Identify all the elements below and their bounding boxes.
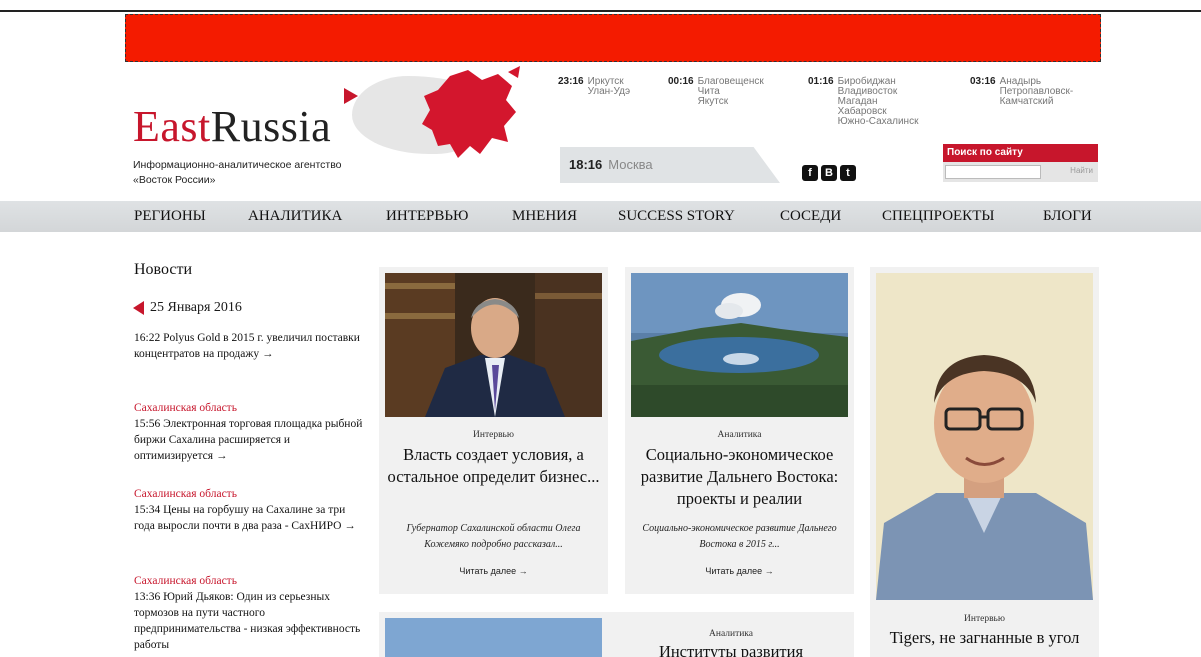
- timezone-vladivostok: 01:16 Биробиджан Владивосток Магадан Хаб…: [808, 77, 918, 127]
- timezone-irkutsk: 23:16 Иркутск Улан-Удэ: [558, 77, 630, 97]
- news-item[interactable]: Сахалинская область 15:34 Цены на горбуш…: [134, 486, 364, 534]
- search-input[interactable]: [945, 165, 1041, 179]
- nav-item-regions[interactable]: РЕГИОНЫ: [134, 208, 206, 225]
- tagline-line1: Информационно-аналитическое агентство: [133, 159, 342, 171]
- interview-card[interactable]: Интервью Tigers, не загнанные в угол: [870, 267, 1099, 657]
- news-item-text: 13:36 Юрий Дьяков: Один из серьезных тор…: [134, 591, 361, 651]
- search-button[interactable]: Найти: [1070, 166, 1093, 175]
- nav-item-special-projects[interactable]: СПЕЦПРОЕКТЫ: [882, 208, 994, 225]
- read-more-link[interactable]: Читать далее →: [625, 566, 854, 576]
- moscow-city: Москва: [608, 157, 653, 172]
- article-title[interactable]: Институты развития: [608, 641, 854, 657]
- nav-item-interview[interactable]: ИНТЕРВЬЮ: [386, 208, 468, 225]
- logo-flag-icon: [344, 88, 358, 104]
- ad-banner[interactable]: [125, 14, 1101, 62]
- interview-image[interactable]: [876, 273, 1093, 600]
- article-image[interactable]: [385, 273, 602, 417]
- news-item[interactable]: 16:22 Polyus Gold в 2015 г. увеличил пос…: [134, 330, 364, 362]
- nav-item-blogs[interactable]: БЛОГИ: [1043, 208, 1092, 225]
- search-form: Найти: [943, 162, 1098, 182]
- news-item-text: 16:22 Polyus Gold в 2015 г. увеличил пос…: [134, 332, 360, 360]
- tagline-line2: «Восток России»: [133, 174, 216, 186]
- article-lead: Губернатор Сахалинской области Олега Кож…: [406, 523, 581, 550]
- article-image[interactable]: [385, 618, 602, 657]
- date-flag-icon: [133, 301, 144, 315]
- news-item-text: 15:34 Цены на горбушу на Сахалине за три…: [134, 504, 356, 532]
- tz-time: 23:16: [558, 76, 584, 87]
- site-tagline: Информационно-аналитическое агентство «В…: [133, 158, 393, 188]
- tz-time: 01:16: [808, 76, 834, 87]
- news-item[interactable]: Сахалинская область 15:56 Электронная то…: [134, 400, 364, 464]
- tz-city: Якутск: [697, 96, 729, 107]
- article-category: Аналитика: [709, 629, 753, 639]
- article-category: Аналитика: [717, 430, 762, 440]
- timezone-anadyr: 03:16 Анадырь Петропавловск- Камчатский: [970, 77, 1073, 107]
- news-heading: Новости: [134, 261, 193, 278]
- article-title[interactable]: Tigers, не загнанные в угол: [870, 627, 1099, 649]
- nav-item-neighbors[interactable]: СОСЕДИ: [780, 208, 841, 225]
- nav-item-analytics[interactable]: АНАЛИТИКА: [248, 208, 342, 225]
- logo-east: East: [133, 102, 211, 151]
- news-item-region[interactable]: Сахалинская область: [134, 400, 364, 416]
- timezone-blagoveshchensk: 00:16 Благовещенск Чита Якутск: [668, 77, 764, 107]
- article-card[interactable]: Аналитика Институты развития: [379, 612, 854, 657]
- tz-time: 03:16: [970, 76, 996, 87]
- article-card[interactable]: Аналитика Социально-экономическое развит…: [625, 267, 854, 594]
- search-label: Поиск по сайту: [943, 144, 1098, 162]
- read-more-link[interactable]: Читать далее →: [379, 566, 608, 576]
- article-title[interactable]: Социально-экономическое развитие Дальнег…: [625, 444, 854, 510]
- news-item[interactable]: Сахалинская область 13:36 Юрий Дьяков: О…: [134, 573, 364, 653]
- facebook-icon[interactable]: f: [802, 165, 818, 181]
- moscow-time-value: 18:16: [569, 157, 603, 172]
- article-image[interactable]: [631, 273, 848, 417]
- site-logo[interactable]: EastRussia: [133, 104, 331, 150]
- tz-time: 00:16: [668, 76, 694, 87]
- moscow-time: 18:16 Москва: [560, 147, 780, 183]
- vk-icon[interactable]: B: [821, 165, 837, 181]
- main-nav: РЕГИОНЫ АНАЛИТИКА ИНТЕРВЬЮ МНЕНИЯ SUCCES…: [0, 201, 1201, 232]
- nav-item-opinions[interactable]: МНЕНИЯ: [512, 208, 577, 225]
- news-date: 25 Января 2016: [133, 300, 242, 316]
- nav-item-success-story[interactable]: SUCCESS STORY: [618, 208, 735, 225]
- article-category: Интервью: [473, 430, 514, 440]
- article-card[interactable]: Интервью Власть создает условия, а остал…: [379, 267, 608, 594]
- logo-russia: Russia: [210, 102, 332, 151]
- tz-city: Южно-Сахалинск: [837, 116, 919, 127]
- news-item-region[interactable]: Сахалинская область: [134, 573, 364, 589]
- article-title[interactable]: Власть создает условия, а остальное опре…: [379, 444, 608, 488]
- social-links: f B t: [802, 165, 856, 181]
- news-date-text: 25 Января 2016: [150, 300, 242, 315]
- article-category: Интервью: [964, 614, 1005, 624]
- twitter-icon[interactable]: t: [840, 165, 856, 181]
- tz-city: Камчатский: [999, 96, 1054, 107]
- article-lead: Социально-экономическое развитие Дальнег…: [642, 523, 837, 550]
- top-border-line: [0, 10, 1201, 12]
- news-item-text: 15:56 Электронная торговая площадка рыбн…: [134, 418, 363, 462]
- far-east-map-icon: [422, 66, 520, 158]
- tz-city: Улан-Удэ: [587, 86, 631, 97]
- news-item-region[interactable]: Сахалинская область: [134, 486, 364, 502]
